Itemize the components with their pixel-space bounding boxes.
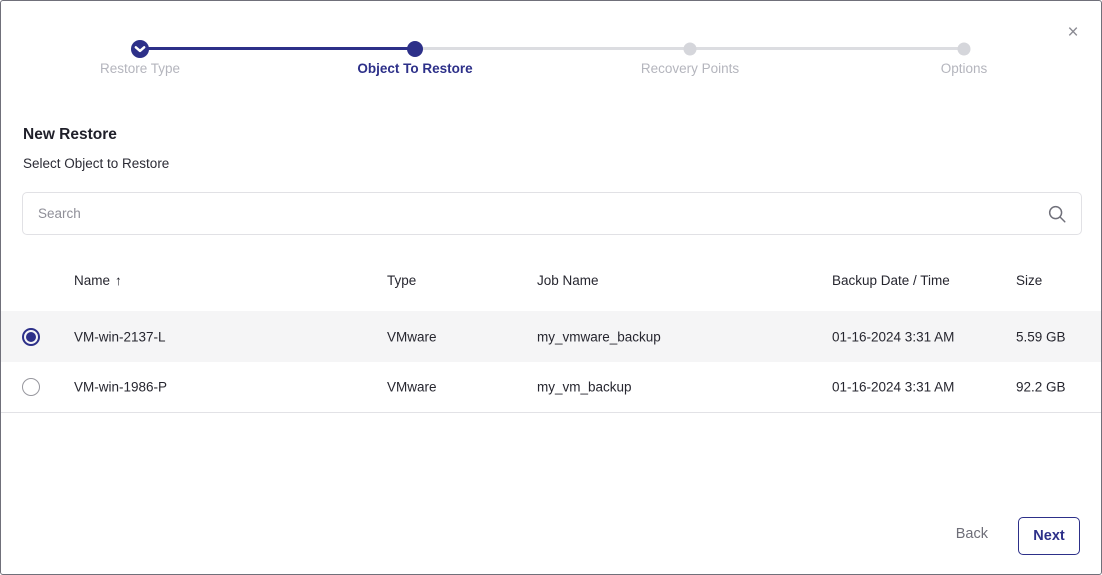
search-input[interactable] bbox=[23, 206, 1046, 221]
stepper-connector-completed bbox=[140, 47, 415, 50]
cell-name: VM-win-1986-P bbox=[74, 380, 167, 395]
step-completed-check-icon[interactable] bbox=[131, 40, 150, 59]
cell-backup-date: 01-16-2024 3:31 AM bbox=[832, 329, 954, 344]
radio-selected[interactable] bbox=[22, 328, 40, 346]
close-icon[interactable]: × bbox=[1061, 21, 1085, 45]
sort-asc-icon: ↑ bbox=[115, 273, 122, 288]
cell-type: VMware bbox=[387, 329, 437, 344]
step-options[interactable]: Options bbox=[941, 61, 988, 76]
stepper-connector-pending bbox=[415, 47, 690, 50]
cell-job-name: my_vmware_backup bbox=[537, 329, 661, 344]
cell-name: VM-win-2137-L bbox=[74, 329, 166, 344]
column-header-name[interactable]: Name ↑ bbox=[74, 273, 122, 288]
step-pending-dot[interactable] bbox=[958, 43, 971, 56]
step-object-to-restore[interactable]: Object To Restore bbox=[357, 61, 472, 76]
table-row[interactable]: VM-win-1986-P VMware my_vm_backup 01-16-… bbox=[1, 362, 1101, 413]
cell-job-name: my_vm_backup bbox=[537, 380, 632, 395]
step-active-dot[interactable] bbox=[407, 41, 423, 57]
radio-unselected[interactable] bbox=[22, 378, 40, 396]
cell-size: 5.59 GB bbox=[1016, 329, 1066, 344]
page-title: New Restore bbox=[23, 126, 117, 144]
step-pending-dot[interactable] bbox=[684, 43, 697, 56]
column-label-name: Name bbox=[74, 273, 110, 288]
new-restore-dialog: × Restore Type Object To Restore Recover… bbox=[0, 0, 1102, 575]
cell-backup-date: 01-16-2024 3:31 AM bbox=[832, 380, 954, 395]
page-subtitle: Select Object to Restore bbox=[23, 156, 169, 171]
step-restore-type[interactable]: Restore Type bbox=[100, 61, 180, 76]
back-button[interactable]: Back bbox=[950, 525, 994, 543]
table-row[interactable]: VM-win-2137-L VMware my_vmware_backup 01… bbox=[1, 311, 1101, 362]
column-header-job-name[interactable]: Job Name bbox=[537, 273, 599, 288]
column-header-type[interactable]: Type bbox=[387, 273, 416, 288]
column-header-size[interactable]: Size bbox=[1016, 273, 1042, 288]
search-box bbox=[22, 192, 1082, 235]
cell-type: VMware bbox=[387, 380, 437, 395]
search-icon bbox=[1046, 203, 1068, 225]
stepper-connector-pending bbox=[690, 47, 964, 50]
cell-size: 92.2 GB bbox=[1016, 380, 1066, 395]
next-button[interactable]: Next bbox=[1018, 517, 1080, 555]
step-recovery-points[interactable]: Recovery Points bbox=[641, 61, 739, 76]
table-header: Name ↑ Type Job Name Backup Date / Time S… bbox=[1, 266, 1101, 296]
column-header-backup-date[interactable]: Backup Date / Time bbox=[832, 273, 950, 288]
